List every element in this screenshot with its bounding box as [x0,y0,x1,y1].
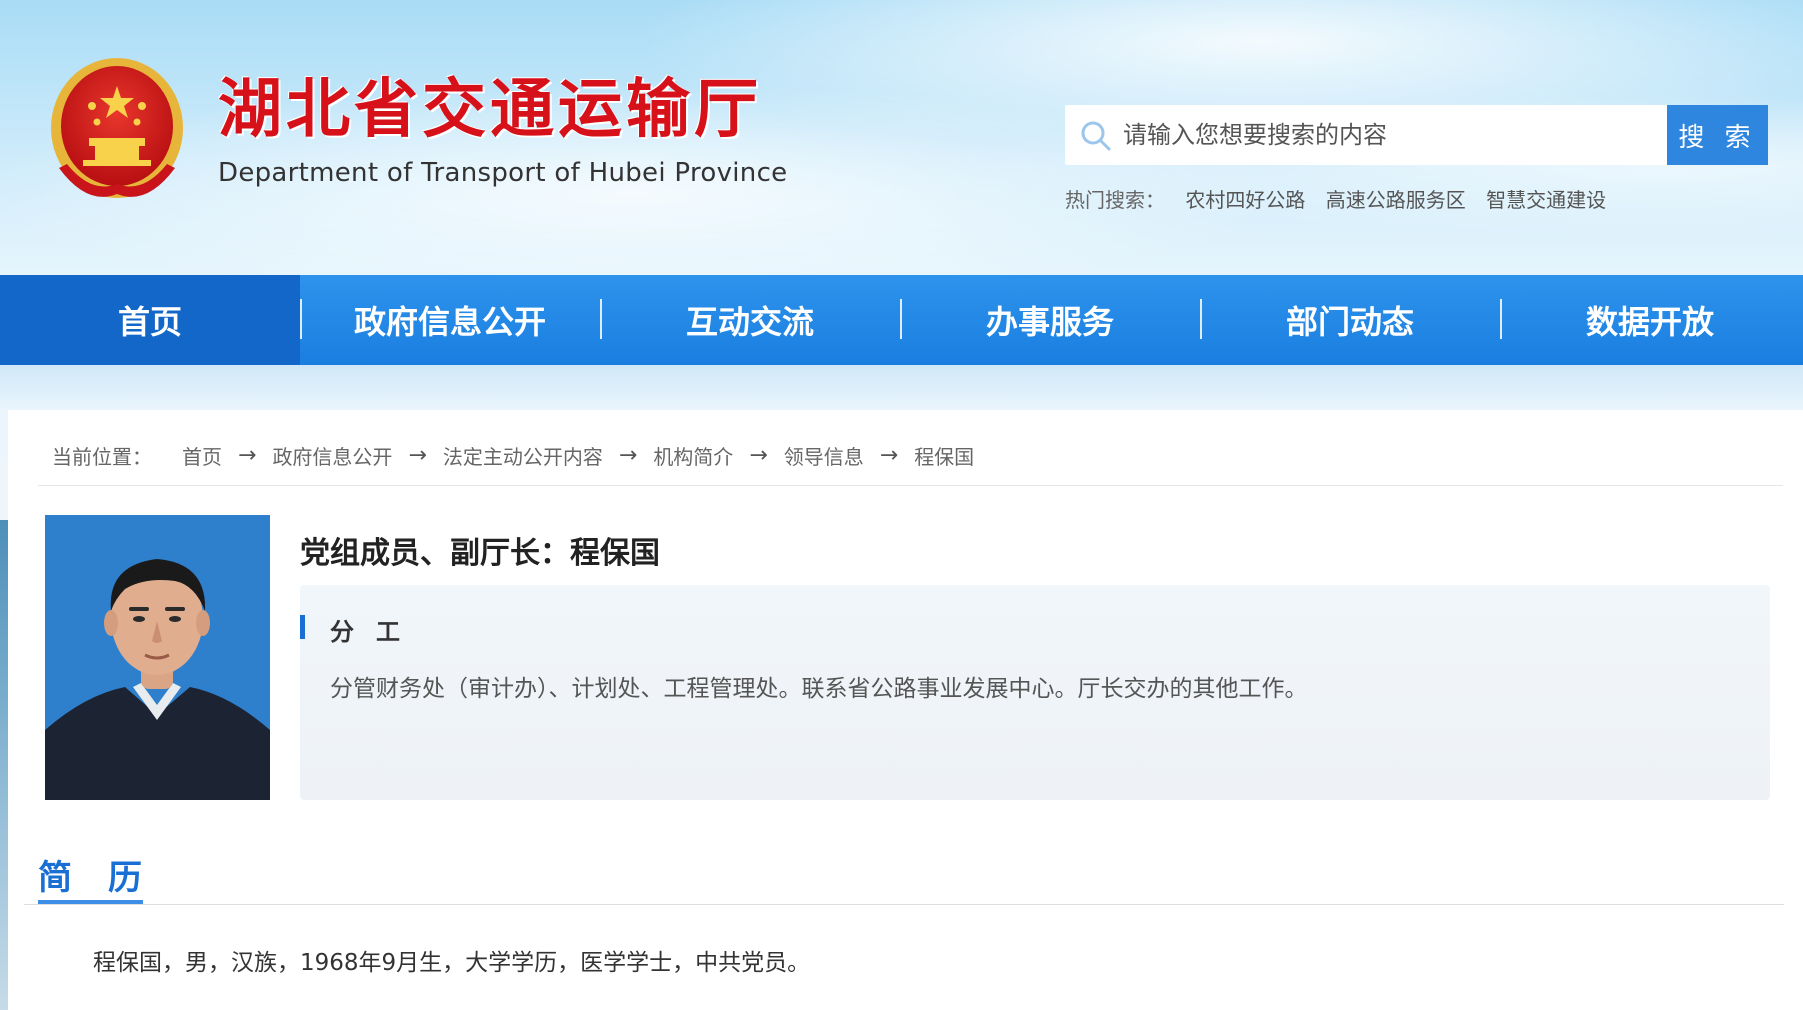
site-header: 湖北省交通运输厅 Department of Transport of Hube… [0,0,1803,275]
nav-item-interaction[interactable]: 互动交流 [600,275,900,365]
nav-item-gov-info[interactable]: 政府信息公开 [300,275,600,365]
search-icon [1081,121,1111,151]
search-input[interactable] [1123,105,1623,165]
nav-item-services[interactable]: 办事服务 [900,275,1200,365]
hot-search-link[interactable]: 智慧交通建设 [1486,188,1606,212]
side-decoration [0,520,8,1010]
hot-search-link[interactable]: 高速公路服务区 [1326,188,1466,212]
breadcrumb-label: 当前位置： [52,444,152,469]
resume-heading: 简历 [38,858,178,898]
main-content: 当前位置： 首页 → 政府信息公开 → 法定主动公开内容 → 机构简介 → 领导… [8,410,1803,1010]
search-box [1065,105,1768,165]
leader-photo [45,515,270,800]
main-nav: 首页 政府信息公开 互动交流 办事服务 部门动态 数据开放 [0,275,1803,365]
hot-search-link[interactable]: 农村四好公路 [1185,188,1305,212]
breadcrumb-divider [38,485,1783,486]
national-emblem-icon [51,58,183,198]
breadcrumb-link[interactable]: 法定主动公开内容 [443,441,603,470]
breadcrumb-link[interactable]: 政府信息公开 [272,441,392,470]
site-title: 湖北省交通运输厅 [218,73,762,147]
nav-item-home[interactable]: 首页 [0,275,300,365]
duty-heading: 分工 [330,618,422,646]
breadcrumb-link[interactable]: 机构简介 [653,441,733,470]
breadcrumb: 当前位置： 首页 → 政府信息公开 → 法定主动公开内容 → 机构简介 → 领导… [52,440,974,470]
arrow-right-icon: → [879,442,899,468]
nav-item-news[interactable]: 部门动态 [1200,275,1500,365]
arrow-right-icon: → [618,442,638,468]
hot-search-label: 热门搜索： [1065,188,1165,212]
nav-item-open-data[interactable]: 数据开放 [1500,275,1800,365]
duty-marker [300,615,305,639]
breadcrumb-link[interactable]: 领导信息 [784,441,864,470]
arrow-right-icon: → [408,442,427,468]
resume-divider [24,904,1784,905]
nav-shadow-strip [0,365,1803,410]
search-button[interactable]: 搜 索 [1667,105,1768,165]
person-title: 党组成员、副厅长：程保国 [300,536,660,571]
resume-text: 程保国，男，汉族，1968年9月生，大学学历，医学学士，中共党员。 [93,950,811,976]
duty-box: 分工 分管财务处（审计办）、计划处、工程管理处。联系省公路事业发展中心。厅长交办… [300,585,1770,800]
duty-text: 分管财务处（审计办）、计划处、工程管理处。联系省公路事业发展中心。厅长交办的其他… [330,676,1308,702]
hot-search: 热门搜索： 农村四好公路 高速公路服务区 智慧交通建设 [1065,184,1620,212]
arrow-right-icon: → [238,442,257,468]
breadcrumb-current[interactable]: 程保国 [914,441,974,470]
arrow-right-icon: → [749,442,768,468]
site-subtitle: Department of Transport of Hubei Provinc… [218,158,788,188]
resume-underline [38,900,143,904]
breadcrumb-link[interactable]: 首页 [182,441,222,470]
